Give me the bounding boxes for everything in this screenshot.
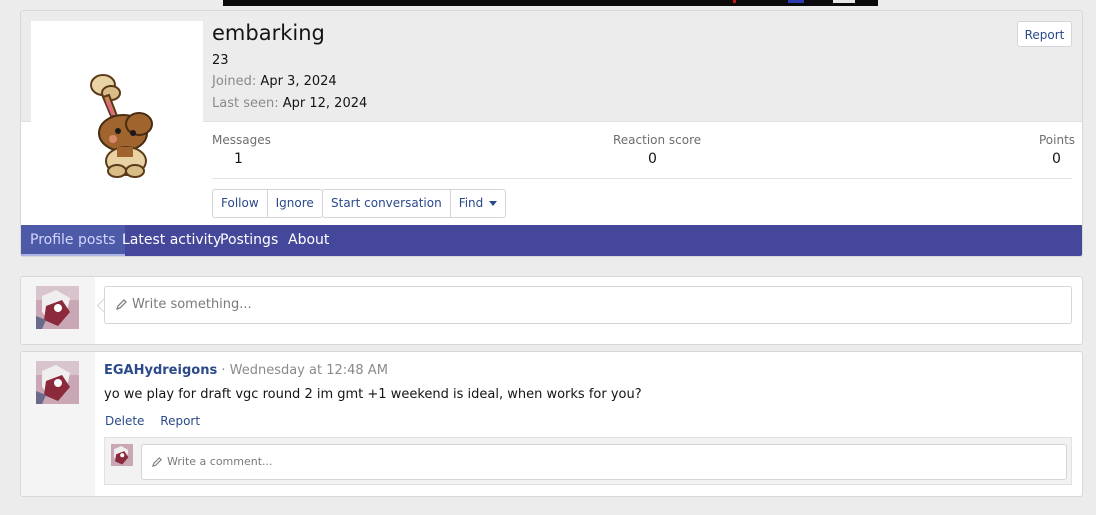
report-post-link[interactable]: Report	[160, 414, 200, 428]
profile-custom-title: 23	[212, 53, 229, 68]
joined-value: Apr 3, 2024	[260, 74, 337, 89]
start-conversation-button[interactable]: Start conversation	[323, 190, 451, 217]
follow-button[interactable]: Follow	[213, 190, 268, 217]
current-user-avatar[interactable]	[36, 286, 79, 329]
profile-avatar[interactable]	[31, 21, 203, 193]
stats-divider	[212, 178, 1072, 179]
comment-area: Write a comment...	[104, 437, 1072, 485]
post-separator: ·	[221, 363, 226, 378]
last-seen-row: Last seen: Apr 12, 2024	[212, 96, 367, 111]
tab-postings[interactable]: Postings	[211, 225, 287, 256]
messages-label: Messages	[212, 133, 271, 147]
write-something-input[interactable]: Write something...	[104, 286, 1072, 324]
post-actions: Delete Report	[105, 414, 200, 428]
post-author-link[interactable]: EGAHydreigons	[104, 363, 217, 378]
avatar-image-icon	[36, 286, 79, 329]
caret-down-icon	[489, 200, 498, 206]
tab-about[interactable]: About	[279, 225, 338, 256]
find-button[interactable]: Find	[451, 190, 505, 217]
comment-user-avatar[interactable]	[111, 444, 133, 466]
delete-post-link[interactable]: Delete	[105, 414, 144, 428]
profile-post: EGAHydreigons · Wednesday at 12:48 AM yo…	[20, 351, 1083, 497]
avatar-image-icon	[36, 361, 79, 404]
joined-label: Joined:	[212, 74, 257, 89]
write-something-placeholder: Write something...	[132, 297, 252, 312]
profile-post-composer: Write something...	[20, 276, 1083, 345]
reaction-score-label: Reaction score	[613, 133, 702, 147]
last-seen-label: Last seen:	[212, 96, 279, 111]
find-label: Find	[458, 196, 484, 210]
post-body: yo we play for draft vgc round 2 im gmt …	[104, 387, 642, 402]
points-label: Points	[1039, 133, 1076, 147]
profile-username: embarking	[212, 21, 325, 45]
tab-profile-posts[interactable]: Profile posts	[21, 225, 125, 256]
pencil-icon	[116, 299, 127, 310]
buneary-sprite-icon	[90, 74, 153, 178]
report-profile-button[interactable]: Report	[1017, 21, 1072, 47]
pencil-icon	[151, 457, 162, 468]
ignore-button[interactable]: Ignore	[268, 190, 322, 217]
reaction-score-value[interactable]: 0	[648, 151, 657, 167]
post-meta: EGAHydreigons · Wednesday at 12:48 AM	[104, 363, 388, 378]
write-comment-placeholder: Write a comment...	[167, 455, 273, 468]
profile-tabs-bar: Profile posts Latest activity Postings A…	[21, 225, 1082, 256]
points-value[interactable]: 0	[1052, 151, 1061, 167]
conversation-find-group: Start conversation Find	[322, 189, 507, 218]
messages-value[interactable]: 1	[234, 151, 243, 167]
post-time[interactable]: Wednesday at 12:48 AM	[230, 363, 388, 378]
last-seen-value: Apr 12, 2024	[282, 96, 368, 111]
top-banner-strip	[223, 0, 878, 6]
write-comment-input[interactable]: Write a comment...	[141, 444, 1067, 480]
avatar-image-icon	[111, 444, 133, 466]
post-author-avatar[interactable]	[36, 361, 79, 404]
follow-ignore-group: Follow Ignore	[212, 189, 323, 218]
profile-header-card: embarking 23 Joined: Apr 3, 2024 Last se…	[20, 10, 1083, 257]
joined-row: Joined: Apr 3, 2024	[212, 74, 337, 89]
